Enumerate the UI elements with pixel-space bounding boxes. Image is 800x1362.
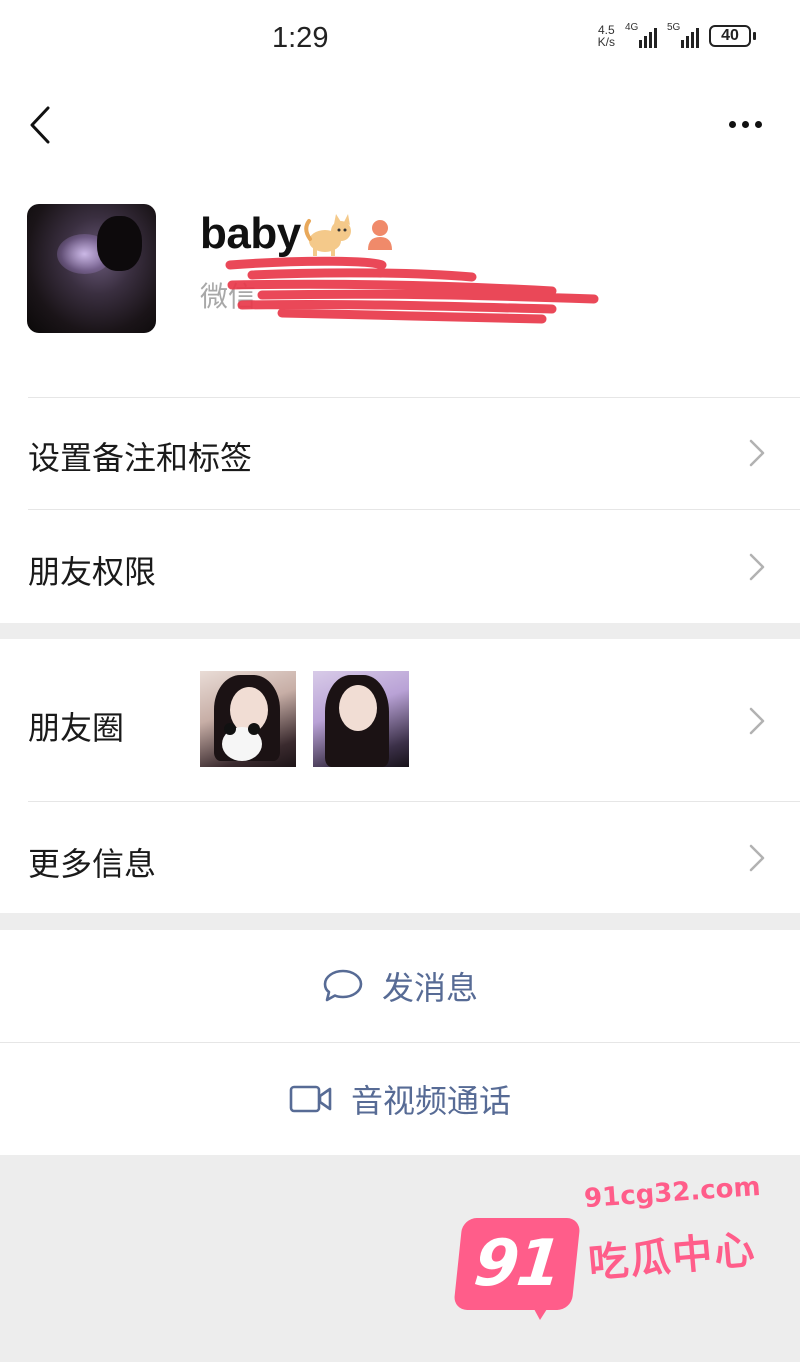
more-options-button[interactable] (720, 104, 770, 144)
chevron-right-icon (749, 553, 765, 581)
watermark-badge: 91 (453, 1218, 581, 1310)
signal-4g-icon: 4G (625, 22, 657, 48)
chevron-right-icon (749, 707, 765, 735)
profile-header: baby 微信 (0, 175, 800, 397)
video-call-label: 音视频通话 (350, 1082, 511, 1120)
watermark-logo: 91 91cg32.com 吃瓜中心 (453, 1172, 761, 1320)
row-moments-label: 朋友圈 (28, 709, 125, 747)
battery-icon: 40 (709, 25, 756, 47)
contact-profile-page: 1:29 4.5 K/s 4G 5G 40 baby 微信 设置备注和标签 朋友… (0, 0, 800, 1362)
moments-thumbnail (313, 671, 409, 767)
chevron-right-icon (749, 439, 765, 467)
video-call-button[interactable]: 音视频通话 (0, 1043, 800, 1155)
row-friend-permissions[interactable]: 朋友权限 (0, 509, 800, 623)
nickname: baby (200, 209, 301, 258)
signal-4g-label: 4G (625, 22, 639, 33)
row-remark-and-tags[interactable]: 设置备注和标签 (0, 397, 800, 509)
row-moments[interactable]: 朋友圈 (0, 639, 800, 801)
video-camera-icon (289, 1085, 332, 1113)
nav-bar (0, 80, 800, 175)
row-more-info-label: 更多信息 (28, 845, 157, 883)
redaction-scribble (225, 256, 599, 324)
watermark-url: 91cg32.com (583, 1171, 762, 1215)
status-bar: 1:29 4.5 K/s 4G 5G 40 (0, 0, 800, 80)
status-time: 1:29 (272, 22, 329, 54)
avatar[interactable] (27, 204, 156, 333)
chevron-left-icon (30, 106, 50, 144)
back-button[interactable] (20, 102, 60, 148)
status-indicators: 4.5 K/s 4G 5G 40 (598, 22, 756, 48)
female-icon (367, 220, 392, 250)
signal-5g-icon: 5G (667, 22, 699, 48)
nickname-row: baby (200, 209, 395, 259)
network-speed-unit: K/s (597, 35, 615, 49)
row-remark-label: 设置备注和标签 (28, 439, 253, 477)
moments-thumbnail (200, 671, 296, 767)
battery-level: 40 (721, 27, 739, 44)
row-more-info[interactable]: 更多信息 (0, 801, 800, 913)
chat-bubble-icon (323, 969, 363, 1002)
more-dots-icon (728, 120, 736, 128)
row-permissions-label: 朋友权限 (28, 553, 157, 591)
watermark-text: 吃瓜中心 (586, 1226, 759, 1288)
network-speed: 4.5 K/s (598, 24, 615, 48)
send-message-label: 发消息 (381, 969, 478, 1007)
watermark-number: 91 (470, 1227, 564, 1301)
chevron-right-icon (749, 844, 765, 872)
send-message-button[interactable]: 发消息 (0, 930, 800, 1042)
cat-icon (303, 214, 351, 256)
signal-5g-label: 5G (667, 22, 681, 33)
